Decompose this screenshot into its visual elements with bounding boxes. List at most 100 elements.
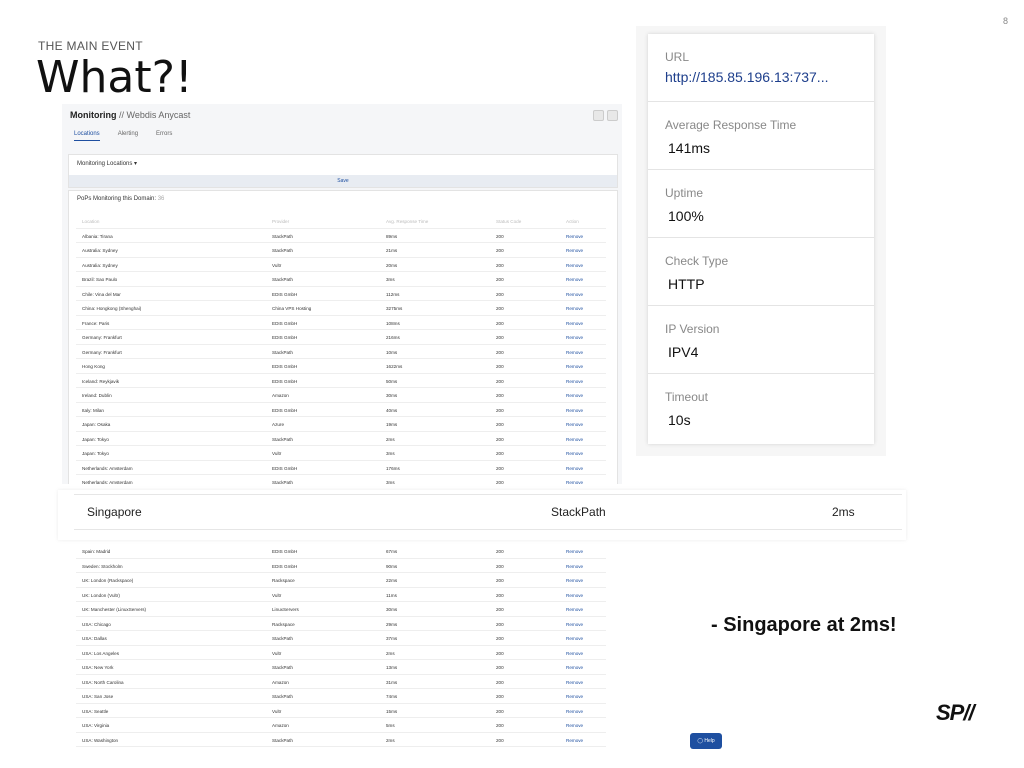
row-response-time: 22ms xyxy=(386,578,398,583)
divider xyxy=(74,494,902,495)
remove-link[interactable]: Remove xyxy=(566,466,583,471)
remove-link[interactable]: Remove xyxy=(566,651,583,656)
table-row: USA: Virginia Amazon 5ms 200 Remove xyxy=(76,718,606,733)
remove-link[interactable]: Remove xyxy=(566,723,583,728)
remove-link[interactable]: Remove xyxy=(566,248,583,253)
row-location: Ireland: Dublin xyxy=(82,393,112,398)
col-location: Location xyxy=(82,219,100,224)
remove-link[interactable]: Remove xyxy=(566,379,583,384)
settings-icon[interactable] xyxy=(593,110,604,121)
monitoring-locations-dropdown[interactable]: Monitoring Locations ▾ xyxy=(77,160,137,167)
tab-locations[interactable]: Locations xyxy=(74,131,100,141)
row-provider: EDIS GmbH xyxy=(272,465,298,471)
help-button[interactable]: ◯ Help xyxy=(690,733,722,749)
row-status-code: 200 xyxy=(496,563,504,569)
remove-link[interactable]: Remove xyxy=(566,480,583,484)
row-provider: StackPath xyxy=(272,349,293,355)
remove-link[interactable]: Remove xyxy=(566,564,583,569)
remove-link[interactable]: Remove xyxy=(566,263,583,268)
row-location: Iceland: Reykjavik xyxy=(82,378,120,384)
row-status-code: 200 xyxy=(496,578,504,583)
table-row: Netherlands: Amsterdam StackPath 3ms 200 Rem… xyxy=(76,475,606,484)
remove-link[interactable]: Remove xyxy=(566,393,583,398)
field-label: Uptime xyxy=(665,186,704,200)
col-provider: Provider xyxy=(272,219,290,224)
row-location: Italy: Milan xyxy=(82,407,104,413)
remove-link[interactable]: Remove xyxy=(566,234,583,239)
row-response-time: 30ms xyxy=(386,607,398,612)
row-provider: StackPath xyxy=(272,480,293,484)
row-location: Sweden: Stockholm xyxy=(82,563,123,569)
monitoring-subtitle: // Webdis Anycast xyxy=(119,110,191,120)
remove-link[interactable]: Remove xyxy=(566,364,583,369)
expand-icon[interactable] xyxy=(607,110,618,121)
remove-link[interactable]: Remove xyxy=(566,292,583,297)
table-row: Japan: Tokyo Vultr 3ms 200 Remove xyxy=(76,446,606,461)
field-avg-response: Average Response Time 141ms xyxy=(648,102,874,170)
tab-errors[interactable]: Errors xyxy=(156,131,172,141)
remove-link[interactable]: Remove xyxy=(566,578,583,583)
row-provider: Amazon xyxy=(272,679,289,685)
row-location: Albania: Tirana xyxy=(82,233,113,239)
remove-link[interactable]: Remove xyxy=(566,422,583,427)
remove-link[interactable]: Remove xyxy=(566,665,583,670)
remove-link[interactable]: Remove xyxy=(566,636,583,641)
row-provider: StackPath xyxy=(272,636,293,641)
row-response-time: 2ms xyxy=(386,650,395,656)
remove-link[interactable]: Remove xyxy=(566,680,583,685)
save-button[interactable]: Save xyxy=(69,175,617,187)
row-provider: StackPath xyxy=(272,233,293,239)
table-row: Ireland: Dublin Amazon 30ms 200 Remove xyxy=(76,388,606,403)
remove-link[interactable]: Remove xyxy=(566,277,583,282)
table-row: UK: London (Vultr) Vultr 11ms 200 Remove xyxy=(76,588,606,602)
highlight-time: 2ms xyxy=(832,505,855,519)
remove-link[interactable]: Remove xyxy=(566,738,583,743)
row-status-code: 200 xyxy=(496,306,504,311)
remove-link[interactable]: Remove xyxy=(566,709,583,714)
row-provider: LinuxServers xyxy=(272,607,299,612)
remove-link[interactable]: Remove xyxy=(566,549,583,554)
remove-link[interactable]: Remove xyxy=(566,306,583,311)
remove-link[interactable]: Remove xyxy=(566,593,583,598)
table-row: Germany: Frankfurt EDIS GmbH 216ms 200 Remov… xyxy=(76,330,606,345)
row-location: USA: Washington xyxy=(82,737,119,743)
row-provider: EDIS GmbH xyxy=(272,291,298,297)
monitoring-tabs: Locations Alerting Errors xyxy=(74,131,172,141)
row-provider: Vultr xyxy=(272,708,282,714)
remove-link[interactable]: Remove xyxy=(566,451,583,456)
row-response-time: 31ms xyxy=(386,679,398,685)
row-status-code: 200 xyxy=(496,737,504,743)
row-location: USA: Dallas xyxy=(82,636,107,641)
row-response-time: 3275ms xyxy=(386,306,403,311)
remove-link[interactable]: Remove xyxy=(566,607,583,612)
table-row: Australia: Sydney Vultr 20ms 200 Remove xyxy=(76,258,606,272)
row-status-code: 200 xyxy=(496,262,504,268)
monitoring-toolbar xyxy=(593,110,618,121)
row-location: UK: Manchester (LinuxServers) xyxy=(82,607,147,612)
row-status-code: 200 xyxy=(496,480,504,484)
row-status-code: 200 xyxy=(496,650,504,656)
table-row: Germany: Frankfurt StackPath 10ms 200 Remove xyxy=(76,345,606,359)
col-action: Action xyxy=(566,219,579,224)
row-status-code: 200 xyxy=(496,407,504,413)
field-timeout: Timeout 10s xyxy=(648,374,874,442)
remove-link[interactable]: Remove xyxy=(566,437,583,442)
tab-alerting[interactable]: Alerting xyxy=(118,131,138,141)
row-provider: StackPath xyxy=(272,248,293,253)
remove-link[interactable]: Remove xyxy=(566,694,583,699)
row-location: Japan: Tokyo xyxy=(82,436,109,442)
remove-link[interactable]: Remove xyxy=(566,321,583,326)
row-status-code: 200 xyxy=(496,694,504,699)
row-status-code: 200 xyxy=(496,393,504,398)
row-location: Netherlands: Amsterdam xyxy=(82,480,133,484)
url-link[interactable]: http://185.85.196.13:737... xyxy=(665,69,828,85)
divider xyxy=(74,529,902,530)
remove-link[interactable]: Remove xyxy=(566,335,583,340)
table-row: Netherlands: Amsterdam EDIS GmbH 176ms 200 R… xyxy=(76,461,606,475)
row-provider: China VPS Hosting xyxy=(272,306,312,311)
remove-link[interactable]: Remove xyxy=(566,622,583,627)
remove-link[interactable]: Remove xyxy=(566,350,583,355)
remove-link[interactable]: Remove xyxy=(566,408,583,413)
field-url: URL http://185.85.196.13:737... xyxy=(648,34,874,102)
chevron-down-icon: ▾ xyxy=(134,161,138,167)
